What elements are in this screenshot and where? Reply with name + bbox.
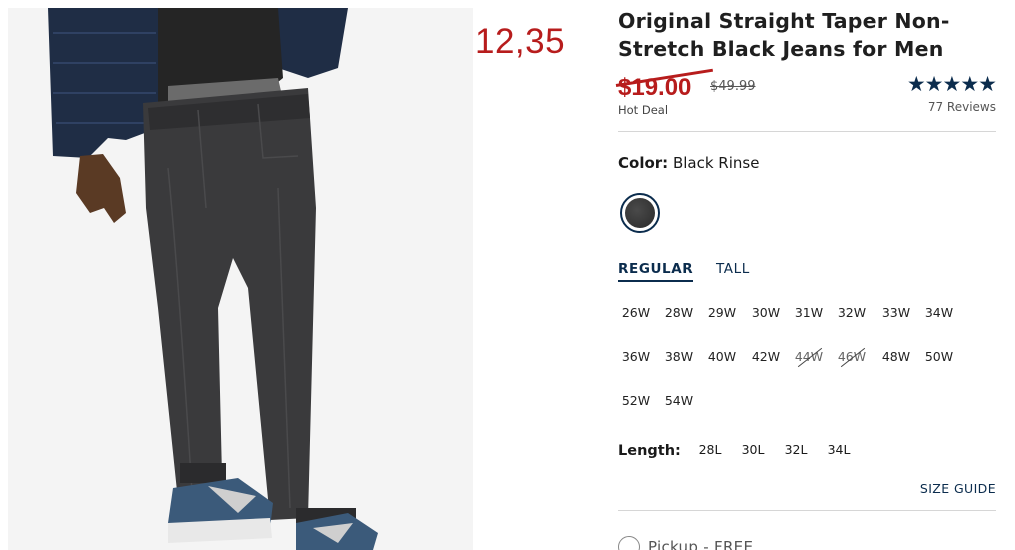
- size-29w[interactable]: 29W: [702, 305, 742, 320]
- length-28l[interactable]: 28L: [693, 442, 727, 457]
- size-28w[interactable]: 28W: [659, 305, 699, 320]
- deal-label: Hot Deal: [618, 103, 669, 117]
- size-36w[interactable]: 36W: [616, 349, 656, 364]
- tab-tall[interactable]: TALL: [716, 261, 750, 277]
- size-34w[interactable]: 34W: [919, 305, 959, 320]
- size-52w[interactable]: 52W: [616, 393, 656, 408]
- size-guide-link[interactable]: SIZE GUIDE: [920, 481, 996, 496]
- product-title: Original Straight Taper Non-Stretch Blac…: [618, 9, 950, 61]
- price-row: $19.00 $49.99 Hot Deal ★★★★★ 77 Reviews: [615, 68, 997, 120]
- pickup-radio[interactable]: [618, 536, 640, 550]
- length-34l[interactable]: 34L: [822, 442, 856, 457]
- color-row: Color: Black Rinse: [618, 154, 759, 172]
- reviews-link[interactable]: 77 Reviews: [928, 100, 996, 114]
- size-38w[interactable]: 38W: [659, 349, 699, 364]
- swatch-fill: [625, 198, 655, 228]
- size-42w[interactable]: 42W: [746, 349, 786, 364]
- original-price: $49.99: [710, 79, 756, 94]
- size-44w-unavailable[interactable]: 44W: [789, 349, 829, 364]
- size-33w[interactable]: 33W: [876, 305, 916, 320]
- promo-price: 12,35: [475, 22, 566, 61]
- color-value: Black Rinse: [672, 154, 760, 172]
- size-54w[interactable]: 54W: [659, 393, 699, 408]
- color-label: Color:: [618, 154, 669, 172]
- size-40w[interactable]: 40W: [702, 349, 742, 364]
- size-48w[interactable]: 48W: [876, 349, 916, 364]
- length-label: Length:: [618, 443, 681, 459]
- tab-regular[interactable]: REGULAR: [618, 261, 694, 282]
- product-details-panel: Original Straight Taper Non-Stretch Blac…: [615, 0, 997, 550]
- length-32l[interactable]: 32L: [779, 442, 813, 457]
- product-image[interactable]: [8, 8, 473, 550]
- size-32w[interactable]: 32W: [832, 305, 872, 320]
- length-30l[interactable]: 30L: [736, 442, 770, 457]
- size-30w[interactable]: 30W: [746, 305, 786, 320]
- divider: [618, 510, 996, 511]
- divider: [618, 131, 996, 132]
- pickup-label: Pickup - FREE: [648, 538, 754, 550]
- size-31w[interactable]: 31W: [789, 305, 829, 320]
- rating-stars-icon[interactable]: ★★★★★: [907, 72, 997, 96]
- size-46w-unavailable[interactable]: 46W: [832, 349, 872, 364]
- color-swatch-black-rinse[interactable]: [620, 193, 660, 233]
- size-26w[interactable]: 26W: [616, 305, 656, 320]
- size-50w[interactable]: 50W: [919, 349, 959, 364]
